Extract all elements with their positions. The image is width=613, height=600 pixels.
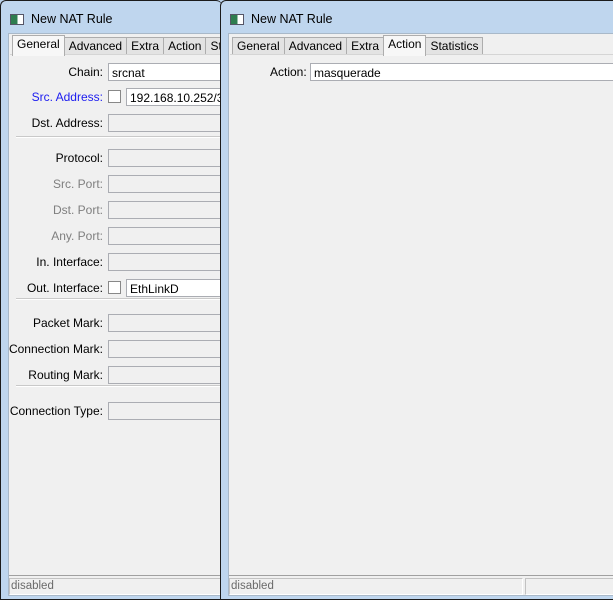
window-title: New NAT Rule: [31, 12, 113, 26]
row-connection-type: Connection Type:: [10, 402, 222, 420]
app-icon: [230, 13, 244, 25]
row-out-interface: Out. Interface: EthLinkD: [10, 279, 222, 297]
src-address-field[interactable]: 192.168.10.252/30: [126, 88, 222, 106]
row-routing-mark: Routing Mark:: [10, 366, 222, 384]
right-window: New NAT Rule General Advanced Extra Action S…: [220, 0, 613, 600]
tab-bar: GeneralAdvancedExtraActionStatistics: [232, 35, 484, 56]
packet-mark-label: Packet Mark:: [32, 316, 103, 330]
title-bar: New NAT Rule: [10, 10, 113, 28]
tab-action[interactable]: Action: [383, 35, 427, 56]
row-packet-mark: Packet Mark:: [10, 314, 222, 332]
action-select[interactable]: masquerade: [310, 63, 613, 81]
connection-type-field[interactable]: [108, 402, 222, 420]
in-interface-label: In. Interface:: [36, 255, 103, 269]
separator: [16, 385, 222, 387]
left-window: New NAT Rule General Advanced Extra Action S…: [0, 0, 222, 600]
src-port-field[interactable]: [108, 175, 222, 193]
src-address-label: Src. Address:: [31, 90, 103, 104]
action-panel: Action: masquerade: [230, 54, 613, 573]
separator: [16, 136, 222, 138]
dst-port-field[interactable]: [108, 201, 222, 219]
row-src-address: Src. Address: 192.168.10.252/30: [10, 88, 222, 106]
app-icon: [10, 13, 24, 25]
out-interface-invert-checkbox[interactable]: [108, 281, 121, 294]
status-cell: [525, 578, 613, 595]
any-port-field[interactable]: [108, 227, 222, 245]
protocol-label: Protocol:: [55, 151, 103, 165]
action-label: Action:: [270, 65, 307, 79]
dst-address-label: Dst. Address:: [31, 116, 103, 130]
out-interface-label: Out. Interface:: [26, 281, 103, 295]
row-dst-address: Dst. Address:: [10, 114, 222, 132]
row-connection-mark: Connection Mark:: [8, 340, 222, 358]
separator: [16, 298, 222, 300]
connection-mark-label: Connection Mark:: [8, 342, 103, 356]
in-interface-field[interactable]: [108, 253, 222, 271]
row-any-port: Any. Port:: [10, 227, 222, 245]
packet-mark-field[interactable]: [108, 314, 222, 332]
status-bar: disabled: [9, 575, 222, 595]
chain-field[interactable]: srcnat: [108, 63, 222, 81]
any-port-label: Any. Port:: [51, 229, 103, 243]
row-chain: Chain: srcnat: [10, 63, 222, 81]
src-address-invert-checkbox[interactable]: [108, 90, 121, 103]
title-bar: New NAT Rule: [230, 10, 333, 28]
row-dst-port: Dst. Port:: [10, 201, 222, 219]
chain-label: Chain:: [68, 65, 103, 79]
connection-mark-field[interactable]: [108, 340, 222, 358]
row-protocol: Protocol:: [10, 149, 222, 167]
protocol-field[interactable]: [108, 149, 222, 167]
src-port-label: Src. Port:: [52, 177, 103, 191]
status-bar: disabled: [229, 575, 613, 595]
row-src-port: Src. Port:: [10, 175, 222, 193]
routing-mark-label: Routing Mark:: [28, 368, 103, 382]
routing-mark-field[interactable]: [108, 366, 222, 384]
status-text: disabled: [229, 578, 523, 595]
connection-type-label: Connection Type:: [9, 404, 103, 418]
row-in-interface: In. Interface:: [10, 253, 222, 271]
tab-general[interactable]: General: [12, 35, 65, 56]
dst-address-field[interactable]: [108, 114, 222, 132]
out-interface-field[interactable]: EthLinkD: [126, 279, 222, 297]
status-text: disabled: [9, 578, 222, 595]
tab-bar: GeneralAdvancedExtraActionStatistics: [12, 35, 222, 56]
dst-port-label: Dst. Port:: [52, 203, 103, 217]
window-title: New NAT Rule: [251, 12, 333, 26]
general-panel: Chain: srcnat Src. Address: 192.168.10.252/…: [8, 54, 222, 573]
